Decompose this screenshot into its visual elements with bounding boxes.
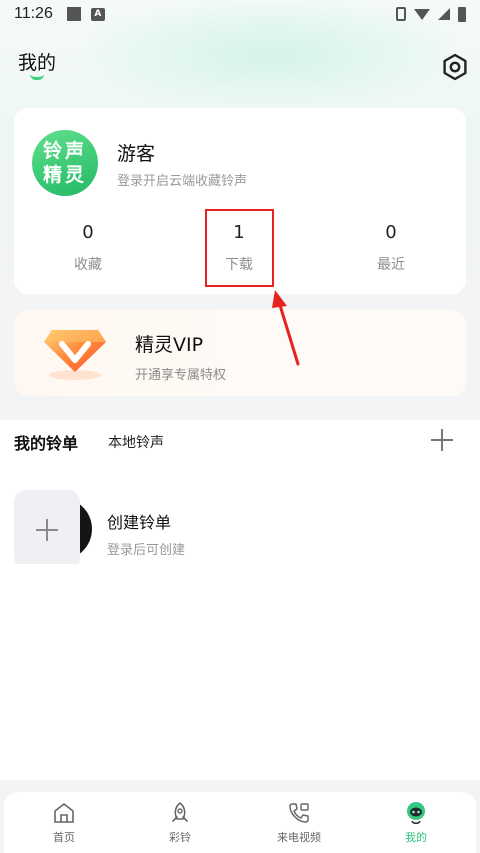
stat-recent-label: 最近 — [377, 257, 405, 273]
stat-favorites-label: 收藏 — [74, 257, 102, 273]
tab-local-ringtones[interactable]: 本地铃声 — [108, 432, 164, 452]
diamond-icon — [44, 330, 106, 380]
stat-favorites[interactable]: 0 收藏 — [48, 222, 128, 274]
vip-card[interactable]: 精灵VIP 开通享专属特权 — [14, 310, 466, 396]
wifi-icon — [414, 8, 430, 20]
create-list-subtitle: 登录后可创建 — [107, 543, 186, 558]
login-prompt[interactable]: 登录开启云端收藏铃声 — [117, 170, 247, 189]
add-list-button[interactable] — [428, 426, 456, 454]
nav-mine[interactable]: 我的 — [376, 800, 456, 845]
status-icons — [396, 6, 466, 22]
stat-recent[interactable]: 0 最近 — [351, 222, 431, 274]
tab-my-lists[interactable]: 我的铃单 — [14, 430, 78, 454]
user-name[interactable]: 游客 — [117, 139, 155, 166]
nav-mine-label: 我的 — [405, 831, 427, 844]
phone-video-icon — [289, 803, 309, 823]
avatar[interactable]: 铃声 精灵 — [32, 130, 98, 196]
home-icon — [54, 803, 74, 823]
content-empty-area — [0, 564, 480, 780]
rocket-icon — [172, 802, 188, 822]
avatar-text-line2: 精灵 — [42, 164, 87, 186]
nav-color-ring[interactable]: 彩铃 — [140, 800, 220, 845]
create-list-title[interactable]: 创建铃单 — [107, 509, 171, 533]
stat-favorites-count: 0 — [82, 222, 94, 243]
notification-a-icon: A — [90, 7, 105, 21]
bottom-nav: 首页 彩铃 来电视频 我的 — [4, 792, 476, 853]
vip-title: 精灵VIP — [135, 334, 204, 356]
user-card: 铃声 精灵 游客 登录开启云端收藏铃声 0 收藏 1 下载 0 最近 — [14, 108, 466, 294]
settings-icon[interactable] — [441, 53, 469, 81]
create-list-button[interactable] — [14, 490, 80, 570]
nav-home[interactable]: 首页 — [24, 800, 104, 845]
mine-icon — [407, 802, 425, 824]
nav-color-ring-label: 彩铃 — [169, 831, 191, 844]
vibrate-icon — [396, 7, 406, 21]
stat-recent-count: 0 — [385, 222, 397, 243]
ringtone-list-section: 我的铃单 本地铃声 创建铃单 登录后可创建 — [0, 420, 480, 570]
signal-icon — [438, 8, 450, 20]
nav-home-label: 首页 — [53, 831, 75, 844]
nav-call-video-label: 来电视频 — [277, 831, 321, 844]
highlight-box — [205, 209, 274, 287]
battery-icon — [458, 6, 466, 22]
notification-square-icon — [66, 7, 81, 21]
nav-call-video[interactable]: 来电视频 — [259, 800, 339, 845]
status-bar: 11:26 A — [0, 0, 480, 28]
avatar-text-line1: 铃声 — [42, 140, 87, 162]
status-time: 11:26 — [14, 5, 53, 22]
page-title: 我的 — [18, 52, 57, 74]
vip-subtitle: 开通享专属特权 — [135, 368, 227, 383]
